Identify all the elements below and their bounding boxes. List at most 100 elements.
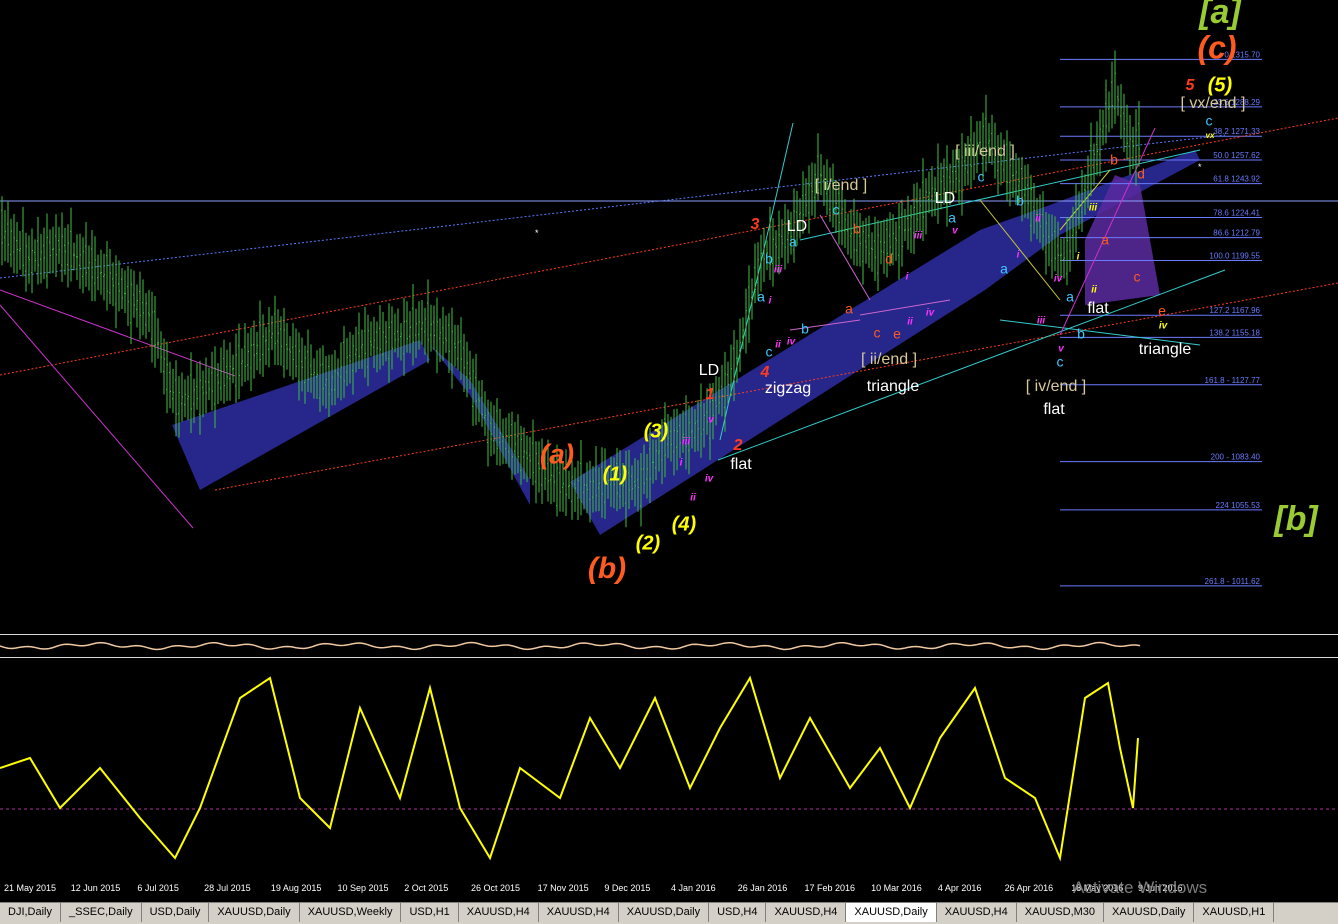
chart-tab[interactable]: XAUUSD,H4 [539,903,619,922]
trend-line [0,134,1226,279]
wave-label: b [1016,193,1024,209]
wave-label: ii [1035,214,1041,225]
wave-label: i [1077,252,1080,263]
fib-label: 127.2 1167.96 [1209,306,1260,315]
oscillator-line [0,675,1139,862]
wave-label: a [948,210,956,226]
wave-label: i [1017,250,1020,261]
x-tick-label: 6 Jul 2015 [137,883,179,893]
cursor-marker: * [1198,162,1202,172]
wave-label: d [885,251,893,267]
wave-label: c [766,344,773,360]
fib-label: 161.8 - 1127.77 [1205,376,1261,385]
wave-label: i [769,296,772,307]
chart-tab[interactable]: XAUUSD,H4 [459,903,539,922]
wave-label: iv [1159,321,1169,332]
chart-tab[interactable]: USD,H4 [709,903,767,922]
wave-label: (1) [603,463,628,485]
wave-label: (3) [644,420,669,442]
wave-label: ii [1091,285,1097,296]
x-tick-label: 17 Nov 2015 [537,883,589,893]
x-tick-label: 21 May 2015 [4,883,57,893]
fib-label: 50.0 1257.62 [1213,151,1260,160]
indicator-line [0,641,1141,651]
x-tick-label: 10 Mar 2016 [871,883,922,893]
wave-label: (2) [636,532,661,554]
wave-label: e [893,326,901,342]
wave-label: zigzag [765,380,811,397]
fib-label: 200 - 1083.40 [1211,453,1261,462]
wave-label: b [801,321,809,337]
wave-label: 2 [733,437,743,454]
chart-tab[interactable]: USD,H1 [401,903,459,922]
wave-label: iii [774,265,783,276]
chart-tab[interactable]: XAUUSD,Daily [619,903,710,922]
chart-tab[interactable]: DJI,Daily [0,903,62,922]
fib-label: 261.8 - 1011.62 [1205,577,1261,586]
fib-label: 138.2 1155.18 [1209,328,1260,337]
wave-label: b [853,221,861,237]
wave-label: d [1137,166,1145,182]
wave-label: c [874,325,881,341]
wave-label: a [789,234,797,250]
wave-label: 5 [1186,77,1196,94]
wave-label: (b) [588,552,626,585]
chart-tabs: DJI,Daily _SSEC,Daily USD,Daily XAUUSD,Dail… [0,902,1338,924]
wave-label: iv [705,474,715,485]
chart-tab[interactable]: USD,Daily [142,903,210,922]
fib-label: 86.6 1212.79 [1213,229,1260,238]
wave-label: v [952,226,959,237]
x-tick-label: 9 Dec 2015 [604,883,651,893]
wave-label: iii [1089,203,1098,214]
wave-label: LD [935,190,955,207]
chart-tab[interactable]: XAUUSD,H4 [766,903,847,922]
wave-label: b [765,251,773,267]
wave-label: i [680,458,683,469]
wave-label: iii [682,437,691,448]
wave-label: [ iii/end ] [955,143,1015,160]
wave-label: 4 [760,364,770,381]
chart-tab[interactable]: XAUUSD,Daily [846,903,937,922]
wave-label: a [1101,232,1109,248]
wave-label: [ vx/end ] [1181,95,1246,112]
wave-label: iii [914,231,923,242]
wave-label: triangle [1139,341,1192,358]
wave-label: iv [1054,274,1064,285]
wave-label: flat [730,456,752,473]
x-tick-label: 4 Jan 2016 [671,883,716,893]
wave-label: flat [1087,300,1109,317]
chart-tab[interactable]: XAUUSD,Daily [1104,903,1195,922]
x-tick-label: 19 Aug 2015 [270,883,322,893]
wave-label: iv [926,308,936,319]
chart-tab[interactable]: XAUUSD,Daily [209,903,300,922]
wave-label: e [1158,303,1166,319]
wave-label: c [1134,269,1141,285]
x-tick-label: 28 Jul 2015 [204,883,251,893]
wave-label: b [1110,152,1118,168]
wave-label: (5) [1208,74,1233,96]
wave-label: triangle [867,378,920,395]
chart-tab[interactable]: XAUUSD,H1 [1194,903,1275,922]
wave-label: a [1066,289,1074,305]
x-tick-label: 26 Jan 2016 [737,883,788,893]
wave-label: ii [775,340,781,351]
wave-label: b [1077,326,1085,342]
wave-label: 1 [706,386,715,403]
wave-label: [b] [1273,500,1319,538]
chart-tab[interactable]: XAUUSD,H4 [937,903,1017,922]
chart-tab[interactable]: XAUUSD,M30 [1017,903,1105,922]
x-tick-label: 26 Apr 2016 [1004,883,1054,893]
wave-label: c [1206,113,1213,129]
indicator-pane-small [0,641,1141,651]
x-tick-label: 26 Oct 2015 [470,883,520,893]
chart-tab[interactable]: XAUUSD,Weekly [300,903,402,922]
chart-tab[interactable]: _SSEC,Daily [61,903,142,922]
oscillator-pane [0,675,1338,862]
price-chart[interactable]: 0 1315.7023.6 1288.2938.2 1271.3350.0 12… [0,0,1338,632]
wave-label: a [1000,261,1008,277]
wave-label: 3 [751,216,760,233]
wave-label: a [757,289,765,305]
fib-label: 100.0 1199.55 [1209,252,1260,261]
wave-label: flat [1043,401,1065,418]
wave-label: c [1057,354,1064,370]
